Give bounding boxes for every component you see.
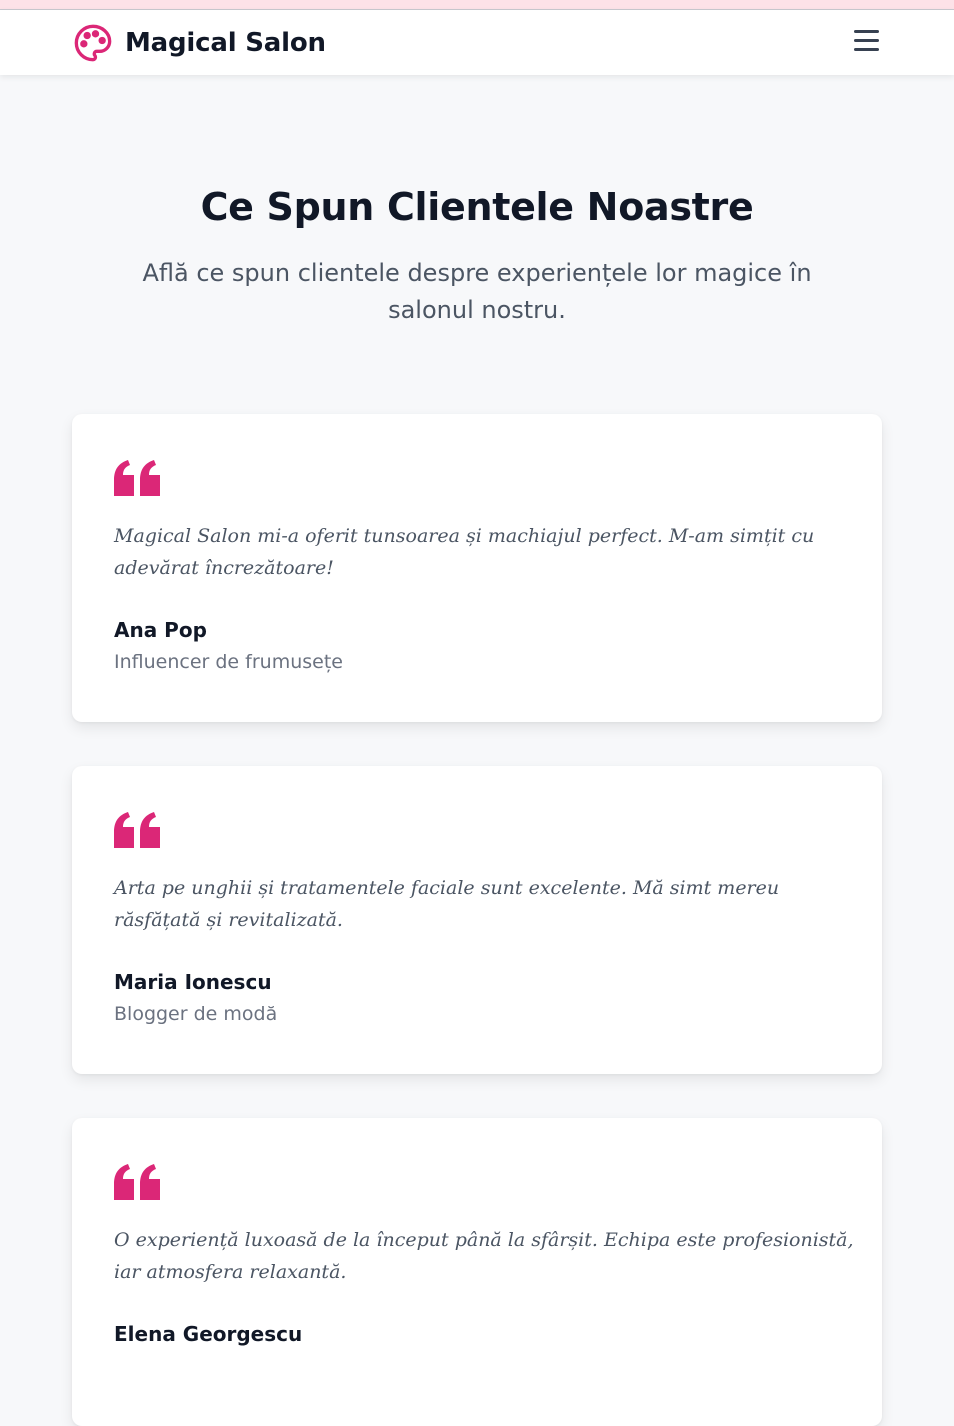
testimonial-card: Arta pe unghii și tratamentele faciale s… [72,766,882,1074]
brand-link[interactable]: Magical Salon [73,23,326,63]
testimonial-author-name: Elena Georgescu [114,1322,303,1346]
palette-icon [74,24,112,62]
testimonial-card: Magical Salon mi-a oferit tunsoarea și m… [72,414,882,722]
quote-icon [114,460,160,496]
section-title: Ce Spun Clientele Noastre [200,185,754,229]
section-subtitle: Află ce spun clientele despre experiențe… [142,259,812,324]
hamburger-menu-button[interactable] [850,30,882,56]
testimonial-quote: O experiență luxoasă de la început până … [114,1229,854,1283]
testimonial-author-name: Ana Pop [114,618,207,642]
testimonial-author-role: Influencer de frumusețe [114,651,343,673]
testimonial-quote: Arta pe unghii și tratamentele faciale s… [114,877,780,931]
quote-icon [114,812,160,848]
testimonial-author-name: Maria Ionescu [114,970,272,994]
testimonial-quote: Magical Salon mi-a oferit tunsoarea și m… [114,525,815,579]
brand-name: Magical Salon [125,28,326,58]
testimonial-card: O experiență luxoasă de la început până … [72,1118,882,1426]
quote-icon [114,1164,160,1200]
testimonial-author-role: Blogger de modă [114,1003,278,1025]
top-accent-strip [0,0,954,10]
navbar: Magical Salon [0,10,954,75]
hamburger-menu-icon [853,30,879,33]
